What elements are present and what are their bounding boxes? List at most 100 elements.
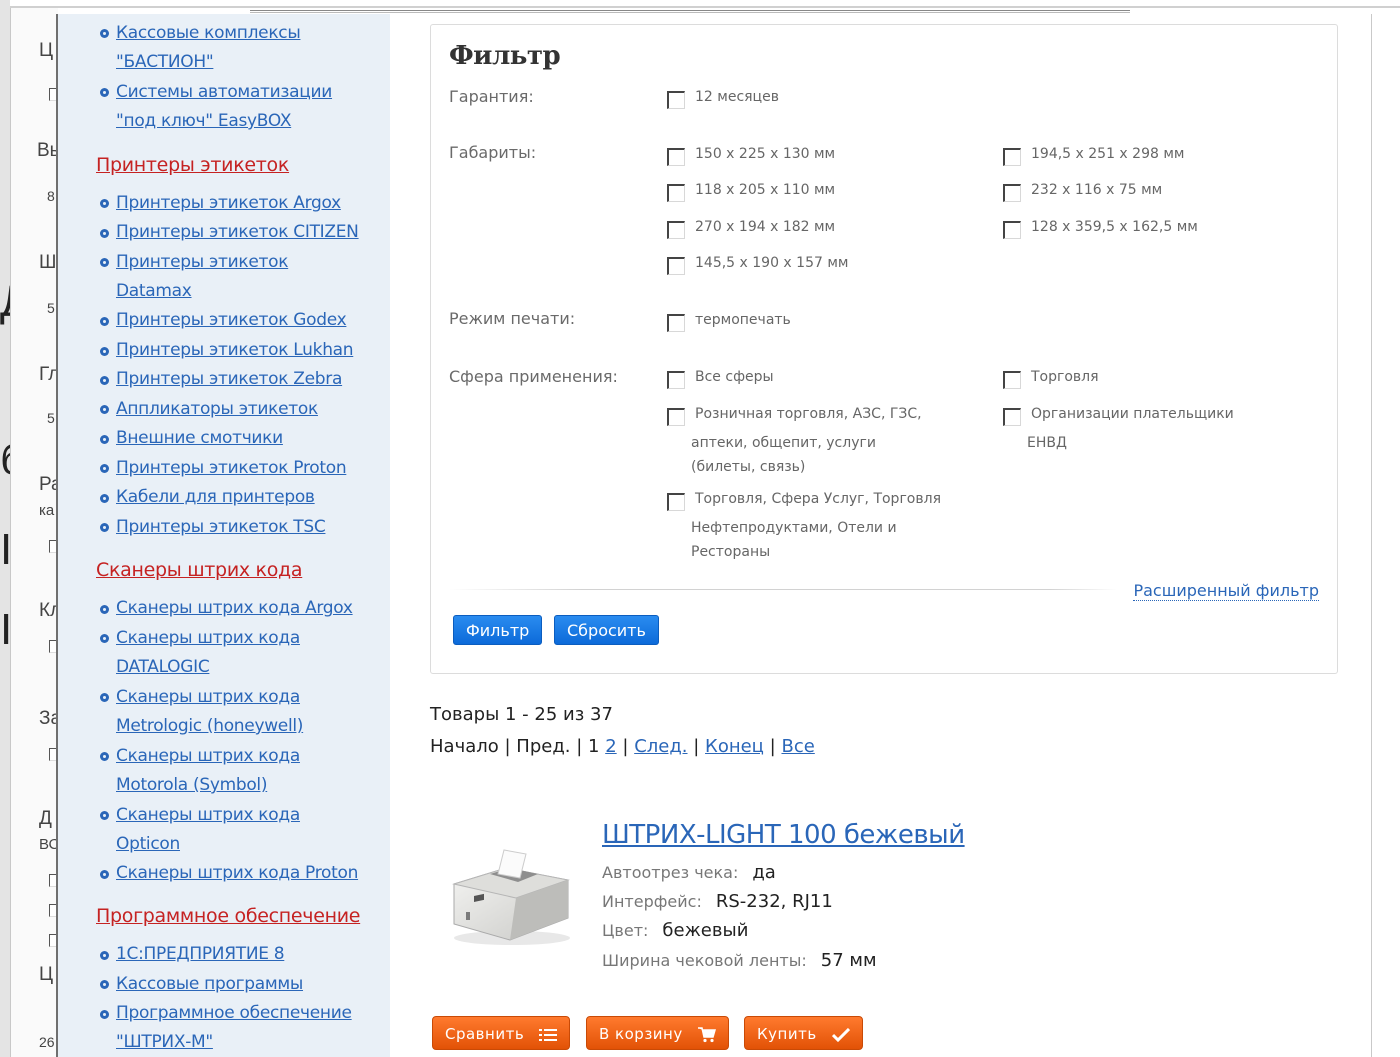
pagination-page-1-current: 1 xyxy=(588,736,600,757)
spec-label: Автоотрез чека: xyxy=(602,863,739,882)
sidebar-link-datamax[interactable]: Принтеры этикеток xyxy=(116,248,289,277)
sidebar-link-proton-printers[interactable]: Принтеры этикеток Proton xyxy=(116,454,347,483)
sidebar-link-easybox-cont[interactable]: "под ключ" EasyBOX xyxy=(116,107,291,136)
sphere-checkbox-envd[interactable] xyxy=(1003,408,1021,426)
sidebar-link-opticon[interactable]: Сканеры штрих кода xyxy=(116,801,300,830)
sidebar-link-datalogic[interactable]: Сканеры штрих кода xyxy=(116,624,300,653)
sphere-option-label: Торговля xyxy=(1031,369,1099,385)
sidebar-link-kassovye-programmy[interactable]: Кассовые программы xyxy=(116,970,303,999)
bullet-icon xyxy=(100,405,109,414)
print-mode-checkbox-thermal[interactable] xyxy=(667,314,685,332)
category-label-printers[interactable]: Принтеры этикеток xyxy=(96,154,289,176)
sidebar-link-lukhan[interactable]: Принтеры этикеток Lukhan xyxy=(116,336,354,365)
bg-fragment: Ц xyxy=(39,40,54,61)
bullet-icon xyxy=(100,347,109,356)
add-to-cart-button[interactable]: В корзину xyxy=(586,1016,730,1050)
sidebar-link-motorola[interactable]: Сканеры штрих кода xyxy=(116,742,300,771)
sidebar-link-shtrih-m-cont[interactable]: "ШТРИХ-М" xyxy=(116,1028,213,1057)
advanced-filter-link[interactable]: Расширенный фильтр xyxy=(1133,582,1319,601)
bullet-icon xyxy=(100,229,109,238)
sidebar-link-zebra[interactable]: Принтеры этикеток Zebra xyxy=(116,365,342,394)
sidebar-link-metrologic-cont[interactable]: Metrologic (honeywell) xyxy=(116,712,303,741)
pagination-separator: | xyxy=(769,736,782,757)
filter-title: Фильтр xyxy=(449,41,561,71)
compare-button-label: Сравнить xyxy=(445,1025,525,1043)
product-title-link[interactable]: ШТРИХ-LIGHT 100 бежевый xyxy=(602,820,965,850)
bullet-icon xyxy=(100,634,109,643)
spec-label: Ширина чековой ленты: xyxy=(602,951,807,970)
bg-fragment: 26 xyxy=(39,1034,55,1050)
sphere-option-label: Торговля, Сфера Услуг, Торговля xyxy=(695,491,941,507)
dims-option-label: 194,5 x 251 x 298 мм xyxy=(1031,146,1185,162)
sidebar-link-scanners-proton[interactable]: Сканеры штрих кода Proton xyxy=(116,859,358,888)
buy-button-label: Купить xyxy=(757,1025,817,1043)
sidebar-link-opticon-cont[interactable]: Opticon xyxy=(116,830,180,859)
sphere-checkbox-retail[interactable] xyxy=(667,408,685,426)
sidebar-link-datamax-cont[interactable]: Datamax xyxy=(116,277,192,306)
sidebar-link-shtrih-m[interactable]: Программное обеспечение xyxy=(116,999,352,1028)
checkmark-icon xyxy=(831,1027,850,1042)
pagination-page-2[interactable]: 2 xyxy=(605,736,616,757)
spec-value: 57 мм xyxy=(820,950,877,971)
dims-checkbox-3[interactable] xyxy=(667,184,685,202)
dims-checkbox-5[interactable] xyxy=(667,221,685,239)
warranty-option-label: 12 месяцев xyxy=(695,89,779,105)
product-image[interactable] xyxy=(446,840,576,950)
pagination-all[interactable]: Все xyxy=(781,736,814,757)
bg-fragment: Д xyxy=(39,808,52,829)
bullet-icon xyxy=(100,464,109,473)
sidebar-link-argox[interactable]: Принтеры этикеток Argox xyxy=(116,189,341,218)
sphere-checkbox-all[interactable] xyxy=(667,371,685,389)
sidebar-link-kassovye-kompleksy-cont[interactable]: "БАСТИОН" xyxy=(116,48,214,77)
sidebar-link-1c[interactable]: 1С:ПРЕДПРИЯТИЕ 8 xyxy=(116,940,285,969)
bullet-icon xyxy=(100,980,109,989)
bullet-icon xyxy=(100,29,109,38)
sidebar-link-rewinders[interactable]: Внешние смотчики xyxy=(116,424,283,453)
browser-window: Кассовые комплексы "БАСТИОН" Системы авт… xyxy=(56,14,1372,1057)
sphere-checkbox-trade[interactable] xyxy=(1003,371,1021,389)
sidebar-link-cables[interactable]: Кабели для принтеров xyxy=(116,483,315,512)
dims-checkbox-2[interactable] xyxy=(1003,148,1021,166)
sidebar-link-motorola-cont[interactable]: Motorola (Symbol) xyxy=(116,771,267,800)
sidebar-link-godex[interactable]: Принтеры этикеток Godex xyxy=(116,306,347,335)
sidebar-link-datalogic-cont[interactable]: DATALOGIC xyxy=(116,653,210,682)
spec-value: да xyxy=(752,862,776,883)
category-label-scanners[interactable]: Сканеры штрих кода xyxy=(96,559,303,581)
print-mode-label: Режим печати: xyxy=(449,309,576,328)
filter-apply-button[interactable]: Фильтр xyxy=(453,615,543,645)
sidebar-link-scanners-argox[interactable]: Сканеры штрих кода Argox xyxy=(116,594,353,623)
category-label-software[interactable]: Программное обеспечение xyxy=(96,905,360,927)
bullet-icon xyxy=(100,258,109,267)
dims-checkbox-6[interactable] xyxy=(1003,221,1021,239)
sidebar-link-tsc[interactable]: Принтеры этикеток TSC xyxy=(116,513,326,542)
dims-checkbox-4[interactable] xyxy=(1003,184,1021,202)
bg-fragment: ка xyxy=(39,502,55,519)
pagination-end[interactable]: Конец xyxy=(705,736,764,757)
warranty-checkbox-12m[interactable] xyxy=(667,91,685,109)
sidebar-link-citizen[interactable]: Принтеры этикеток CITIZEN xyxy=(116,218,359,247)
bullet-icon xyxy=(100,693,109,702)
pagination-next[interactable]: След. xyxy=(634,736,687,757)
sidebar-link-applicators[interactable]: Аппликаторы этикеток xyxy=(116,395,318,424)
dims-option-label: 118 x 205 x 110 мм xyxy=(695,182,836,198)
sphere-option-label: (билеты, связь) xyxy=(691,459,806,475)
sidebar-link-metrologic[interactable]: Сканеры штрих кода xyxy=(116,683,300,712)
bg-fragment: 5 xyxy=(47,410,55,426)
sidebar-link-kassovye-kompleksy[interactable]: Кассовые комплексы xyxy=(116,19,301,48)
sphere-checkbox-services[interactable] xyxy=(667,493,685,511)
bg-fragment: 8 xyxy=(47,188,55,204)
print-mode-option-label: термопечать xyxy=(695,312,791,328)
warranty-label: Гарантия: xyxy=(449,87,534,106)
sidebar-link-easybox[interactable]: Системы автоматизации xyxy=(116,78,332,107)
sphere-option-label: Все сферы xyxy=(695,369,774,385)
dims-checkbox-1[interactable] xyxy=(667,148,685,166)
spec-value: бежевый xyxy=(662,920,749,941)
compare-button[interactable]: Сравнить xyxy=(432,1016,571,1050)
filter-reset-button[interactable]: Сбросить xyxy=(554,615,659,645)
buy-button[interactable]: Купить xyxy=(744,1016,863,1050)
sphere-option-label: Розничная торговля, АЗС, ГЗС, xyxy=(695,406,922,422)
dims-checkbox-7[interactable] xyxy=(667,257,685,275)
bullet-icon xyxy=(100,951,109,960)
bullet-icon xyxy=(100,317,109,326)
dims-option-label: 145,5 x 190 x 157 мм xyxy=(695,255,849,271)
